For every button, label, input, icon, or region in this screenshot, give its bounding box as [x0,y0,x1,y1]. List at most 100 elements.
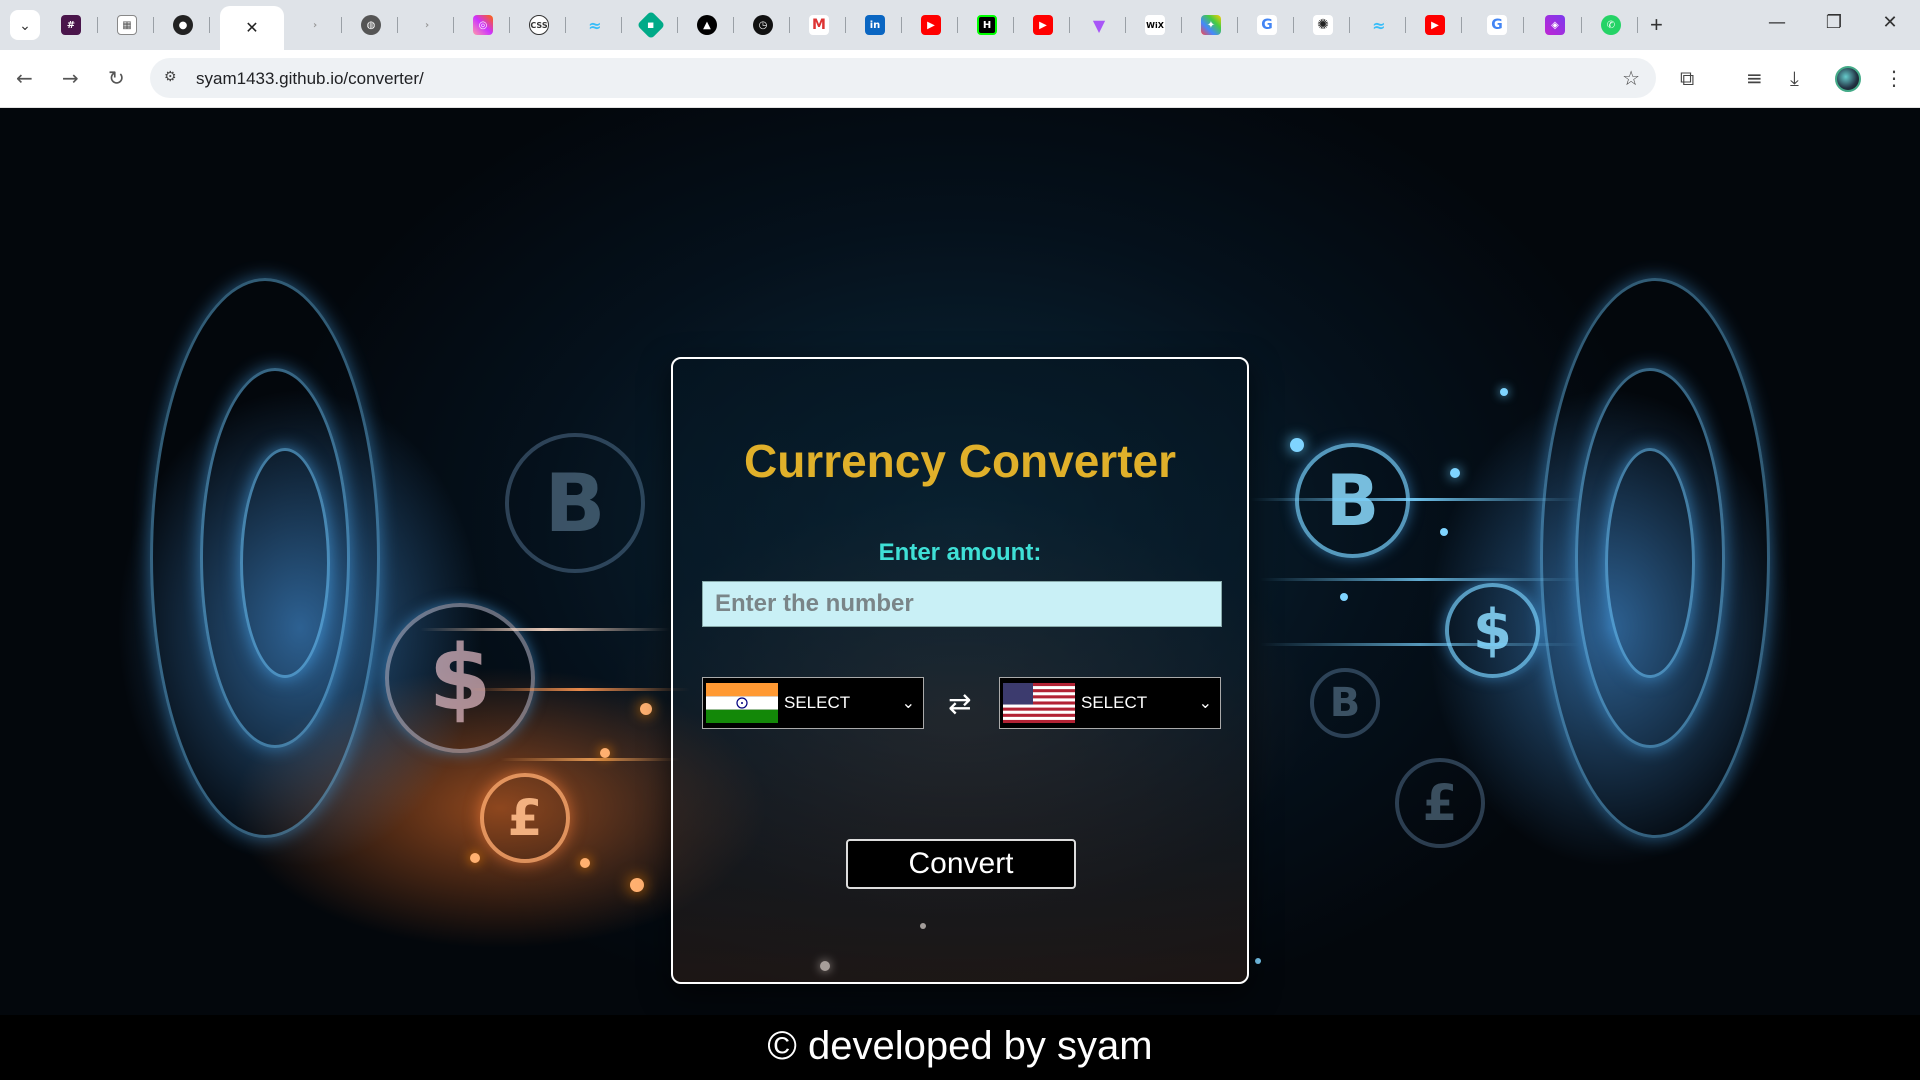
tab-openai[interactable]: ✺ [1296,8,1350,42]
restore-icon[interactable]: ❐ [1814,12,1854,33]
tab-blank[interactable]: › [288,8,342,42]
page-title: Currency Converter [743,435,1177,487]
figma-icon: ▦ [117,15,137,35]
vite-icon: ▼ [1092,15,1106,35]
bokeh-dot [640,703,652,715]
decorative-ring [240,448,330,678]
pound-coin-icon: £ [1395,758,1485,848]
tab-active-converter[interactable]: ✕ [220,6,284,50]
tab-google[interactable]: G [1240,8,1294,42]
tab-blank2[interactable]: › [400,8,454,42]
amount-input[interactable] [702,581,1222,627]
css-icon: CSS [529,15,549,35]
light-streak [1250,498,1580,501]
tab-linkedin[interactable]: in [848,8,902,42]
bokeh-dot [1500,388,1508,396]
bookmark-star-icon[interactable]: ☆ [1622,66,1640,91]
from-currency-label: SELECT [784,693,851,712]
dollar-coin-icon: $ [385,603,535,753]
converter-card: Currency Converter Enter amount: SELECT … [671,357,1249,984]
google-icon: G [1487,15,1507,35]
decorative-ring [1605,448,1695,678]
india-flag-icon [706,683,778,723]
feather-icon: ◆ [636,10,666,40]
address-bar[interactable]: ⚙ syam1433.github.io/converter/ ☆ [150,58,1656,98]
instagram-icon: ◎ [473,15,493,35]
tab-shield[interactable]: ◈ [1528,8,1582,42]
site-info-icon[interactable]: ⚙ [164,68,184,88]
tab-slack[interactable]: # [44,8,98,42]
light-streak [1260,578,1580,581]
url-text[interactable]: syam1433.github.io/converter/ [196,69,424,89]
triangle-icon: ▲ [697,15,717,35]
back-icon[interactable]: ← [16,66,33,90]
tab-figma[interactable]: ▦ [100,8,154,42]
dollar-coin-icon: $ [1445,583,1540,678]
close-window-icon[interactable]: ✕ [1870,12,1910,33]
download-icon[interactable]: ⤓ [1790,66,1799,90]
youtube-icon: ▶ [1033,15,1053,35]
globe-icon: ◍ [361,15,381,35]
tab-clock[interactable]: ◷ [736,8,790,42]
light-streak [500,758,680,761]
minimize-icon[interactable]: — [1757,12,1797,33]
media-control-icon[interactable]: ≡ [1746,66,1763,90]
browser-toolbar: ← → ↻ ⚙ syam1433.github.io/converter/ ☆ … [0,50,1920,108]
bokeh-dot [1255,958,1261,964]
bokeh-dot [600,748,610,758]
bokeh-dot [1450,468,1460,478]
tailwind-icon: ≈ [588,15,602,35]
tab-google2[interactable]: G [1470,8,1524,42]
gmail-icon: M [809,15,829,35]
tab-instagram[interactable]: ◎ [456,8,510,42]
tab-youtube2[interactable]: ▶ [1016,8,1070,42]
light-streak [420,628,670,631]
hackernoon-icon: H [977,15,997,35]
wix-icon: WiX [1145,15,1165,35]
youtube-icon: ▶ [921,15,941,35]
google-icon: G [1257,15,1277,35]
profile-avatar[interactable] [1835,66,1861,92]
tab-whatsapp[interactable]: ✆ [1584,8,1638,42]
reload-icon[interactable]: ↻ [108,66,125,90]
tab-vite[interactable]: ▼ [1072,8,1126,42]
arrow-icon: › [312,19,318,31]
menu-kebab-icon[interactable]: ⋮ [1884,66,1904,90]
tab-triangle[interactable]: ▲ [680,8,734,42]
tab-puzzle[interactable]: ✦ [1184,8,1238,42]
openai-icon: ✺ [1313,15,1333,35]
bokeh-dot [1290,438,1304,452]
from-currency-select[interactable]: SELECT ⌄ [702,677,924,729]
convert-button[interactable]: Convert [846,839,1076,889]
alarm-clock-icon: ◷ [753,15,773,35]
tab-youtube3[interactable]: ▶ [1408,8,1462,42]
extensions-icon[interactable]: ⧉ [1680,66,1694,90]
pound-coin-icon: £ [480,773,570,863]
tailwind-icon: ≈ [1372,15,1386,35]
swap-icon[interactable]: ⇄ [948,687,971,720]
whatsapp-icon: ✆ [1601,15,1621,35]
tab-globe[interactable]: ◍ [344,8,398,42]
youtube-icon: ▶ [1425,15,1445,35]
tab-tailwind2[interactable]: ≈ [1352,8,1406,42]
linkedin-icon: in [865,15,885,35]
tab-youtube[interactable]: ▶ [904,8,958,42]
tab-hackernoon[interactable]: H [960,8,1014,42]
tab-css[interactable]: CSS [512,8,566,42]
close-tab-icon[interactable]: ✕ [245,18,258,38]
tab-search-button[interactable]: ⌄ [10,10,40,40]
new-tab-button[interactable]: + [1650,12,1663,38]
to-currency-select[interactable]: SELECT ⌄ [999,677,1221,729]
arrow-icon: › [424,19,430,31]
bokeh-dot [470,853,480,863]
tab-github[interactable]: ● [156,8,210,42]
light-streak [1260,643,1580,646]
tab-feather[interactable]: ◆ [624,8,678,42]
chevron-down-icon: ⌄ [1198,693,1212,712]
bitcoin-coin-icon: B [505,433,645,573]
tab-wix[interactable]: WiX [1128,8,1182,42]
forward-icon[interactable]: → [62,66,79,90]
bokeh-dot [630,878,644,892]
tab-gmail[interactable]: M [792,8,846,42]
tab-tailwind[interactable]: ≈ [568,8,622,42]
